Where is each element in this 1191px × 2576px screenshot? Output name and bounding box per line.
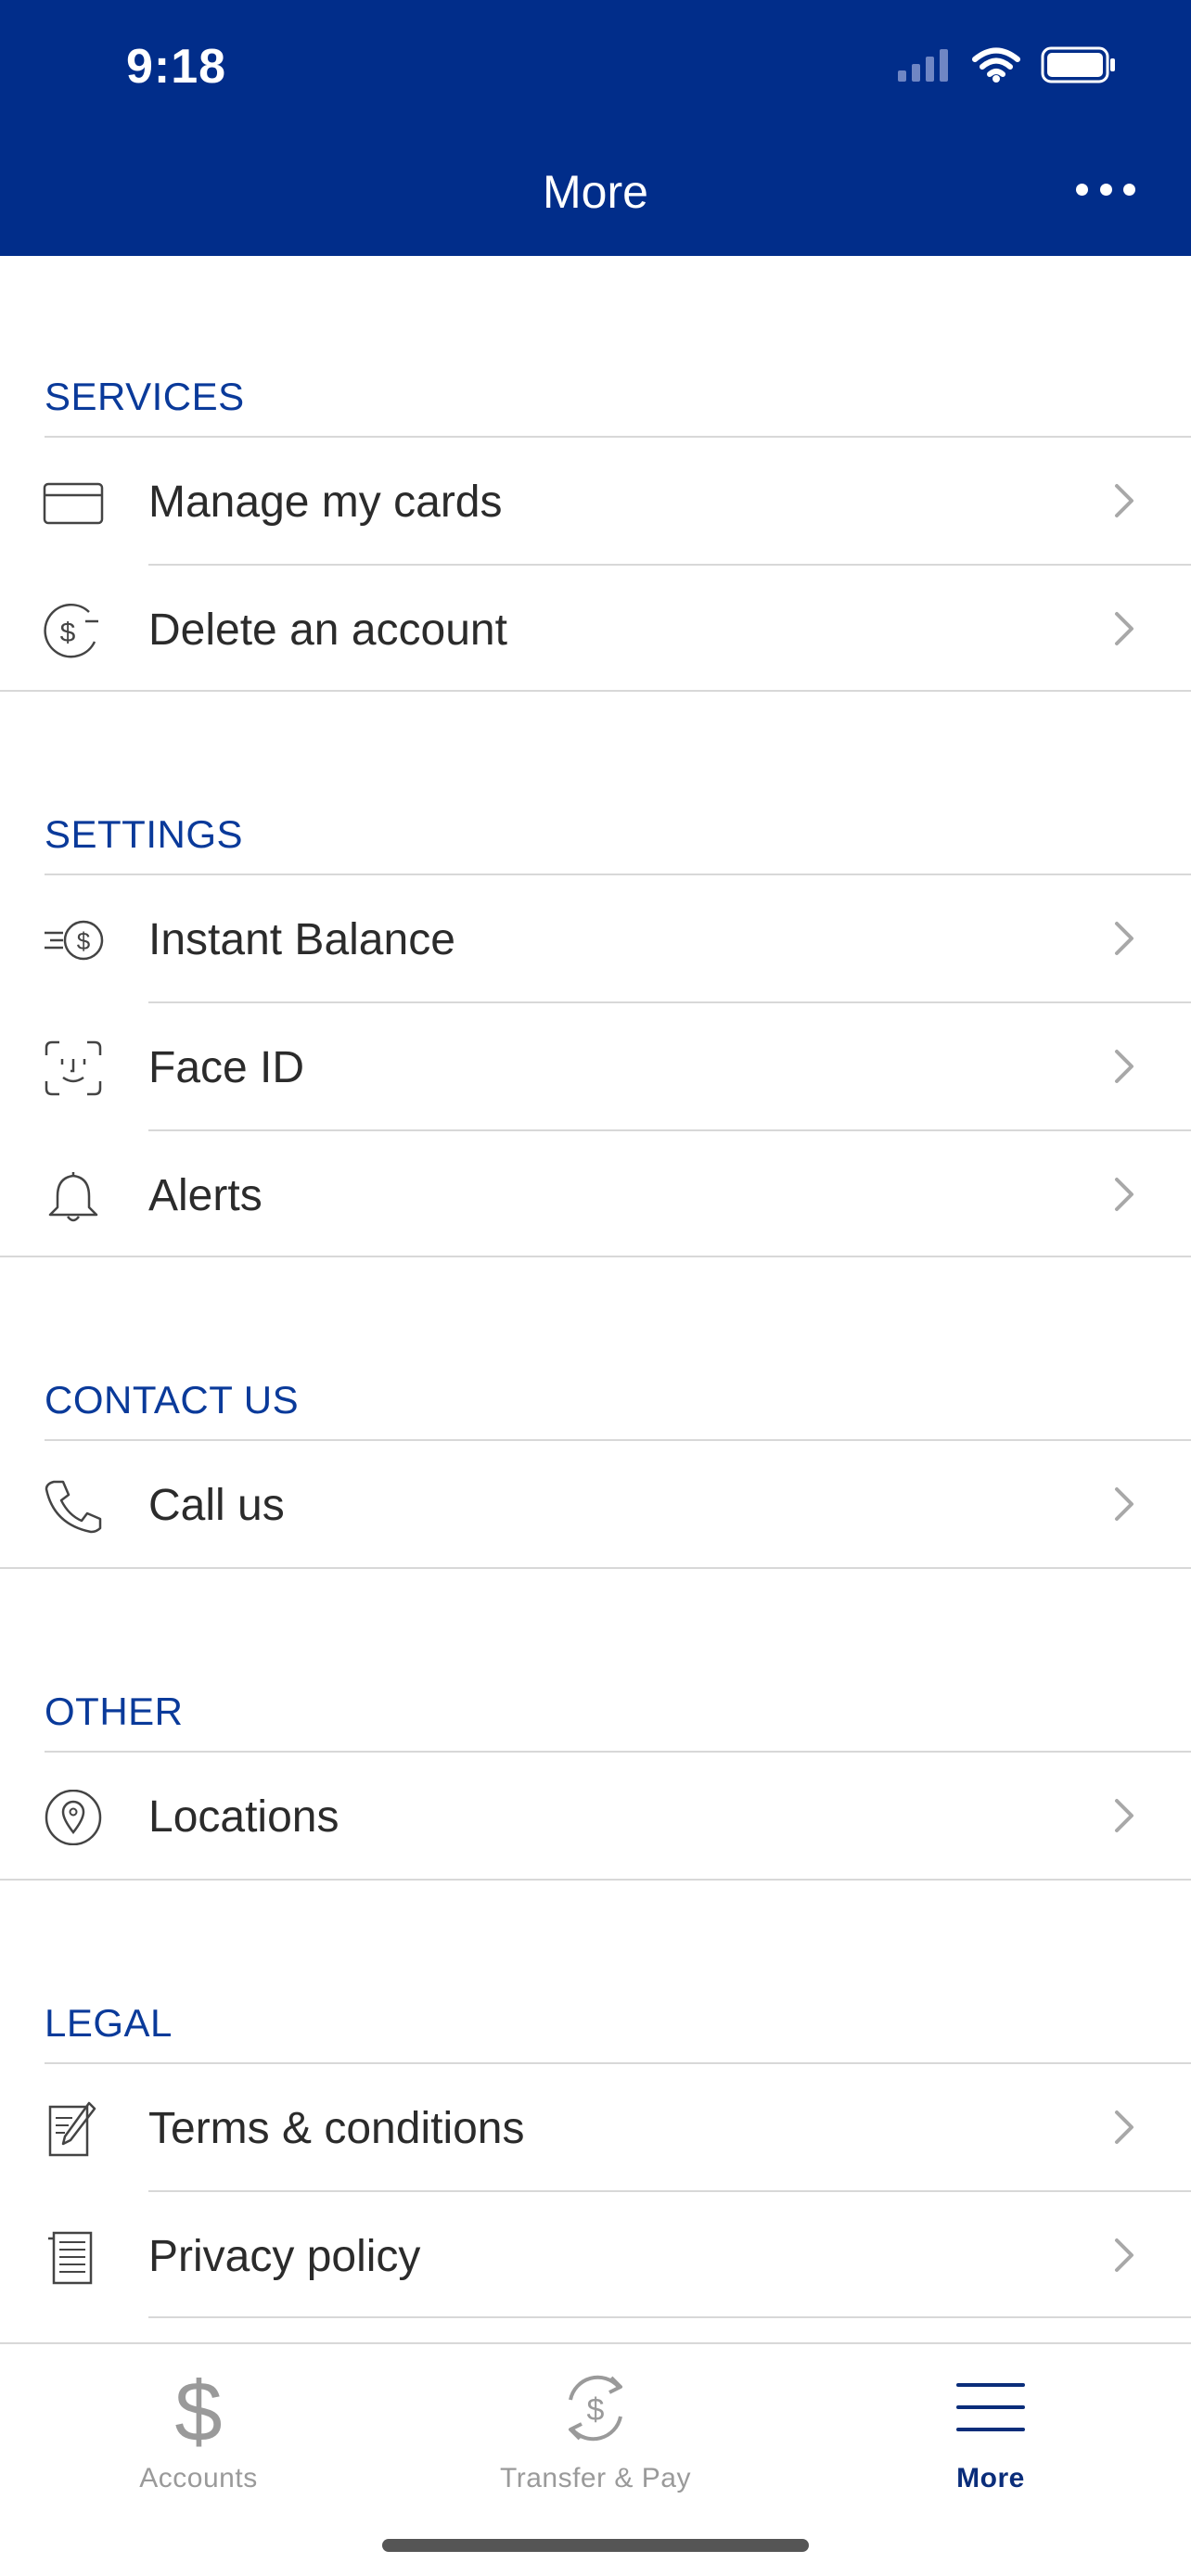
- chevron-right-icon: [1115, 1050, 1133, 1083]
- list-item-face-id[interactable]: Face ID: [0, 1003, 1191, 1130]
- dollar-minus-icon: $: [44, 603, 98, 658]
- tab-accounts[interactable]: $ Accounts: [59, 2357, 338, 2496]
- list-item-locations[interactable]: Locations: [0, 1753, 1191, 1880]
- fast-dollar-icon: $: [45, 920, 104, 961]
- divider: [0, 1567, 1191, 1569]
- menu-icon: [956, 2383, 1025, 2431]
- chevron-right-icon: [1115, 2111, 1133, 2144]
- face-id-icon: [45, 1040, 102, 1096]
- home-indicator[interactable]: [382, 2539, 809, 2552]
- tab-more[interactable]: More: [852, 2357, 1130, 2496]
- divider: [0, 1879, 1191, 1881]
- location-pin-icon: [45, 1790, 102, 1845]
- ellipsis-dot-icon: [1123, 183, 1135, 196]
- divider: [148, 2316, 1191, 2318]
- divider: [0, 690, 1191, 692]
- list-item-alerts[interactable]: Alerts: [0, 1131, 1191, 1258]
- list-item-label: Locations: [148, 1792, 339, 1842]
- list-item-label: Call us: [148, 1481, 285, 1530]
- list-item-terms-and-conditions[interactable]: Terms & conditions: [0, 2064, 1191, 2191]
- list-item-label: Alerts: [148, 1171, 263, 1220]
- list-item-manage-my-cards[interactable]: Manage my cards: [0, 438, 1191, 565]
- tab-label: Accounts: [139, 2463, 258, 2493]
- section-title-services: SERVICES: [45, 375, 245, 418]
- chevron-right-icon: [1115, 922, 1133, 955]
- list-item-label: Face ID: [148, 1043, 305, 1092]
- document-pen-icon: [48, 2101, 96, 2157]
- tab-label: More: [956, 2463, 1025, 2493]
- svg-text:$: $: [174, 2366, 222, 2450]
- cellular-signal-icon: [898, 49, 948, 82]
- top-bar: 9:18 More: [0, 0, 1191, 256]
- document-icon: [48, 2231, 93, 2285]
- chevron-right-icon: [1115, 1487, 1133, 1521]
- credit-card-icon: [43, 482, 104, 525]
- chevron-right-icon: [1115, 1178, 1133, 1211]
- svg-text:$: $: [77, 927, 91, 955]
- list-item-label: Terms & conditions: [148, 2104, 525, 2153]
- battery-icon: [1041, 46, 1115, 83]
- ellipsis-dot-icon: [1099, 183, 1112, 196]
- status-icons: [896, 46, 1117, 83]
- chevron-right-icon: [1115, 612, 1133, 645]
- dollar-icon: $: [174, 2366, 222, 2450]
- list-item-delete-an-account[interactable]: $ Delete an account: [0, 566, 1191, 693]
- list-item-label: Delete an account: [148, 606, 507, 655]
- section-title-legal: LEGAL: [45, 2001, 173, 2045]
- phone-icon: [45, 1480, 102, 1534]
- svg-text:$: $: [60, 618, 76, 648]
- more-options-button[interactable]: [1076, 171, 1135, 208]
- settings-list[interactable]: SERVICES Manage my cards $ Delete an acc…: [0, 256, 1191, 2342]
- page-title: More: [543, 166, 648, 218]
- list-item-label: Instant Balance: [148, 915, 455, 964]
- list-item-instant-balance[interactable]: $ Instant Balance: [0, 875, 1191, 1002]
- tab-transfer-and-pay[interactable]: $ Transfer & Pay: [456, 2357, 735, 2496]
- chevron-right-icon: [1115, 2238, 1133, 2272]
- section-title-other: OTHER: [45, 1690, 184, 1733]
- transfer-dollar-icon: $: [569, 2375, 622, 2442]
- status-time: 9:18: [126, 40, 227, 94]
- ellipsis-dot-icon: [1076, 183, 1088, 196]
- list-item-call-us[interactable]: Call us: [0, 1441, 1191, 1568]
- svg-text:$: $: [587, 2392, 605, 2428]
- chevron-right-icon: [1115, 1799, 1133, 1832]
- section-title-contact-us: CONTACT US: [45, 1378, 300, 1422]
- list-item-label: Manage my cards: [148, 478, 503, 527]
- list-item-label: Privacy policy: [148, 2232, 421, 2281]
- wifi-icon: [972, 47, 1020, 83]
- bell-icon: [48, 1172, 98, 1222]
- tab-label: Transfer & Pay: [500, 2463, 691, 2493]
- chevron-right-icon: [1115, 484, 1133, 517]
- list-item-privacy-policy[interactable]: Privacy policy: [0, 2192, 1191, 2319]
- section-title-settings: SETTINGS: [45, 812, 244, 856]
- divider: [0, 1256, 1191, 1257]
